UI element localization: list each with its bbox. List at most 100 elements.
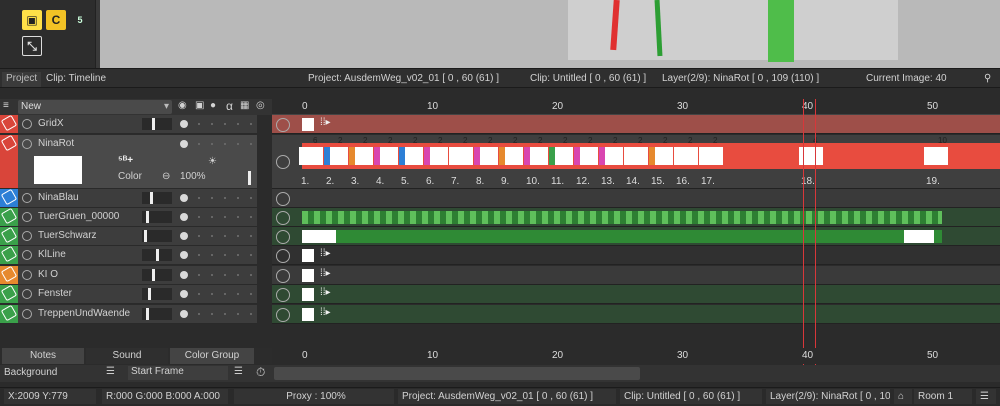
minus-icon[interactable]: ⊖ <box>162 171 170 182</box>
bottom-ruler[interactable]: 0 10 20 30 40 50 <box>272 348 1000 364</box>
expand-icon[interactable] <box>22 212 32 222</box>
timeline-track[interactable] <box>272 208 1000 227</box>
empty-cell-icon[interactable] <box>276 287 290 302</box>
expand-icon[interactable] <box>22 119 32 129</box>
expand-icon[interactable] <box>22 270 32 280</box>
layer-tag-icon[interactable] <box>0 245 18 264</box>
visibility-dot-icon[interactable] <box>180 120 188 128</box>
start-frame-field[interactable]: Start Frame <box>128 366 228 380</box>
canvas-viewport[interactable] <box>100 0 1000 68</box>
select-icon[interactable]: ▦ <box>240 100 249 111</box>
camera-tool-icon[interactable]: ▣ <box>22 10 42 30</box>
ninarot-cell[interactable] <box>453 147 473 165</box>
visibility-dot-icon[interactable] <box>180 271 188 279</box>
lock-icon[interactable]: ▣ <box>195 100 204 111</box>
layer-tag-icon[interactable] <box>0 265 18 284</box>
opacity-handle[interactable] <box>248 171 251 185</box>
ninarot-cell[interactable] <box>403 147 423 165</box>
opacity-slider[interactable] <box>142 211 172 223</box>
light-icon[interactable]: ☀ <box>208 156 217 167</box>
empty-cell-icon[interactable] <box>276 307 290 322</box>
list-icon[interactable]: ☰ <box>976 389 996 404</box>
expand-icon[interactable] <box>22 139 32 149</box>
opacity-slider[interactable] <box>142 118 172 130</box>
timeline-track[interactable]: ⁞⁞▸ <box>272 115 1000 134</box>
pin-icon[interactable]: ⚲ <box>984 73 991 84</box>
ninarot-cell[interactable] <box>553 147 573 165</box>
single-cell[interactable] <box>302 288 314 301</box>
ninarot-cell[interactable] <box>478 147 498 165</box>
timeline-track[interactable]: ⁞⁞▸ <box>272 246 1000 265</box>
stack-icon[interactable]: ≡ <box>3 100 9 111</box>
tuerschwarz-cells[interactable] <box>302 230 942 243</box>
layer-tag-icon[interactable] <box>0 284 18 303</box>
layer-tag-icon[interactable] <box>0 114 18 133</box>
layer-row[interactable]: TuerSchwarz <box>0 226 257 246</box>
layer-row[interactable]: GridX <box>0 114 257 134</box>
playhead[interactable] <box>803 99 816 365</box>
visibility-dot-icon[interactable] <box>180 290 188 298</box>
white-cell[interactable] <box>302 230 336 243</box>
timeline-track[interactable]: ⁞⁞▸ <box>272 266 1000 285</box>
timeline-track[interactable] <box>272 189 1000 208</box>
empty-cell-icon[interactable] <box>276 191 290 206</box>
room-selector[interactable]: Room 1 <box>914 389 972 404</box>
single-cell[interactable] <box>302 308 314 321</box>
ninarot-cell[interactable] <box>578 147 598 165</box>
ninarot-cell[interactable] <box>303 147 323 165</box>
list-icon[interactable]: ☰ <box>234 366 243 377</box>
layer-row[interactable]: KlLine <box>0 245 257 265</box>
expand-icon[interactable] <box>22 250 32 260</box>
tab-project[interactable]: Project <box>2 72 42 87</box>
ninarot-cell[interactable] <box>678 147 698 165</box>
empty-cell-icon[interactable] <box>276 229 290 244</box>
layer-row[interactable]: KI O <box>0 265 257 285</box>
visibility-dot-icon[interactable] <box>180 232 188 240</box>
new-layer-dropdown[interactable]: New ▾ <box>18 100 172 114</box>
home-icon[interactable]: ⌂ <box>894 389 912 404</box>
opacity-slider[interactable] <box>142 269 172 281</box>
ninarot-cell[interactable] <box>428 147 448 165</box>
visibility-dot-icon[interactable] <box>180 251 188 259</box>
tab-sound[interactable]: Sound <box>86 348 168 364</box>
tab-notes[interactable]: Notes <box>2 348 84 364</box>
layer-toggles[interactable] <box>198 254 252 256</box>
opacity-slider[interactable] <box>142 288 172 300</box>
tab-color-group[interactable]: Color Group <box>170 348 254 364</box>
ninarot-cell[interactable] <box>503 147 523 165</box>
layer-toggles[interactable] <box>198 123 252 125</box>
layer-toggles[interactable] <box>198 143 252 145</box>
c-tool-icon[interactable]: C <box>46 10 66 30</box>
ninarot-cell[interactable] <box>703 147 723 165</box>
layer-row[interactable]: NinaRot ⁵ᴮ+ Color ⊖ 100% ☀ <box>0 134 257 189</box>
ninarot-cell[interactable] <box>628 147 648 165</box>
layer-toggles[interactable] <box>198 313 252 315</box>
ninarot-cell[interactable] <box>528 147 548 165</box>
layer-toggles[interactable] <box>198 293 252 295</box>
layer-toggles[interactable] <box>198 216 252 218</box>
ninarot-cell[interactable] <box>353 147 373 165</box>
alpha-icon[interactable]: α <box>226 99 233 113</box>
single-cell[interactable] <box>302 249 314 262</box>
visibility-dot-icon[interactable] <box>180 140 188 148</box>
opacity-slider[interactable] <box>142 249 172 261</box>
visibility-dot-icon[interactable] <box>180 194 188 202</box>
white-cell[interactable] <box>904 230 934 243</box>
layer-toggles[interactable] <box>198 235 252 237</box>
onion-icon[interactable]: ◎ <box>256 100 265 111</box>
empty-cell-icon[interactable] <box>276 117 290 132</box>
timeline-track[interactable] <box>272 227 1000 246</box>
layer-tag-icon[interactable] <box>0 304 18 323</box>
opacity-slider[interactable] <box>142 192 172 204</box>
timeline-track[interactable]: ⁞⁞▸ <box>272 305 1000 324</box>
ninarot-cell[interactable] <box>653 147 673 165</box>
expand-icon[interactable] <box>22 309 32 319</box>
horizontal-scrollbar[interactable] <box>274 367 640 380</box>
layer-row[interactable]: NinaBlau <box>0 188 257 208</box>
visibility-dot-icon[interactable] <box>180 213 188 221</box>
mode-icon[interactable]: ⁵ᴮ+ <box>118 155 133 166</box>
tuergruen-cells[interactable] <box>302 211 942 224</box>
ninarot-cell[interactable] <box>328 147 348 165</box>
visibility-dot-icon[interactable] <box>180 310 188 318</box>
frame-ruler[interactable]: 0 10 20 30 40 50 <box>272 99 1000 115</box>
